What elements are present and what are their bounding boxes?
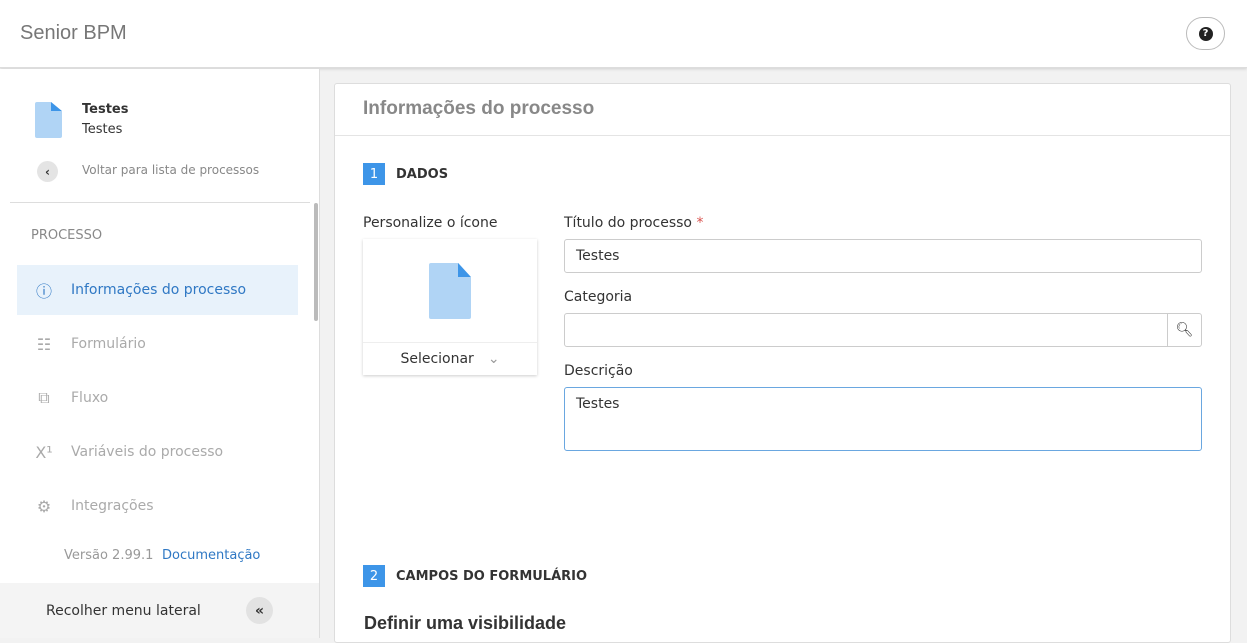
description-textarea[interactable]: Testes <box>564 387 1202 451</box>
category-input[interactable]: 🔍︎ <box>564 313 1202 347</box>
sidebar-item-form[interactable]: ☷ Formulário <box>17 319 298 369</box>
title-label: Título do processo * <box>564 215 703 231</box>
select-label: Selecionar <box>400 351 474 367</box>
sidebar-item-variables[interactable]: X¹ Variáveis do processo <box>17 427 298 477</box>
sidebar-item-label: Integrações <box>71 498 154 514</box>
chevron-left-icon: ‹ <box>45 164 50 179</box>
variable-icon: X¹ <box>35 442 53 462</box>
sidebar-item-label: Fluxo <box>71 390 109 406</box>
title-label-text: Título do processo <box>564 215 692 231</box>
icon-label: Personalize o ícone <box>363 215 498 231</box>
process-description: Testes <box>82 122 123 137</box>
help-icon: ? <box>1198 26 1213 41</box>
step-number: 2 <box>363 565 385 587</box>
title-input[interactable]: Testes <box>564 239 1202 273</box>
search-icon[interactable]: 🔍︎ <box>1167 314 1201 346</box>
sidebar-item-integrations[interactable]: ⚙ Integrações <box>17 481 298 531</box>
back-button[interactable]: ‹ <box>37 161 58 182</box>
sidebar-item-label: Variáveis do processo <box>71 444 224 460</box>
sidebar-item-label: Informações do processo <box>71 282 247 298</box>
step-label: CAMPOS DO FORMULÁRIO <box>396 568 588 584</box>
divider <box>10 202 310 203</box>
file-icon <box>35 102 62 138</box>
process-name: Testes <box>82 102 129 117</box>
required-marker: * <box>696 215 704 231</box>
flow-icon: ⧉ <box>38 388 50 407</box>
icon-picker[interactable]: Selecionar ⌄ <box>363 239 537 375</box>
step-campos: 2 CAMPOS DO FORMULÁRIO <box>363 565 587 587</box>
section-label: PROCESSO <box>31 228 103 243</box>
form-icon: ☷ <box>36 334 52 354</box>
help-button[interactable]: ? <box>1186 17 1225 50</box>
app-title: Senior BPM <box>20 22 127 44</box>
process-info-card: Informações do processo 1 DADOS Personali… <box>334 83 1231 643</box>
sidebar-item-flow[interactable]: ⧉ Fluxo <box>17 373 298 423</box>
sidebar-item-label: Formulário <box>71 336 146 352</box>
scrollbar[interactable] <box>314 203 318 321</box>
info-icon: ⓘ <box>35 282 52 301</box>
collapse-label: Recolher menu lateral <box>46 602 201 619</box>
description-label: Descrição <box>564 363 633 379</box>
collapse-menu[interactable]: Recolher menu lateral « <box>0 583 319 638</box>
version: Versão 2.99.1 <box>64 548 154 563</box>
documentation-link[interactable]: Documentação <box>162 548 260 563</box>
step-label: DADOS <box>396 166 449 182</box>
chevron-down-icon: ⌄ <box>487 351 500 367</box>
sidebar: Testes Testes ‹ Voltar para lista de pro… <box>0 69 320 638</box>
visibility-heading: Definir uma visibilidade <box>364 613 567 633</box>
select-icon-dropdown[interactable]: Selecionar ⌄ <box>363 342 537 375</box>
file-icon <box>429 263 471 319</box>
step-number: 1 <box>363 163 385 185</box>
step-dados: 1 DADOS <box>363 163 448 185</box>
double-chevron-left-icon[interactable]: « <box>246 597 273 624</box>
header: Senior BPM ? <box>0 0 1247 68</box>
page-title: Informações do processo <box>335 84 1230 136</box>
gears-icon: ⚙ <box>36 496 52 516</box>
category-label: Categoria <box>564 289 633 305</box>
sidebar-item-info[interactable]: ⓘ Informações do processo <box>17 265 298 315</box>
back-link[interactable]: Voltar para lista de processos <box>82 163 259 177</box>
